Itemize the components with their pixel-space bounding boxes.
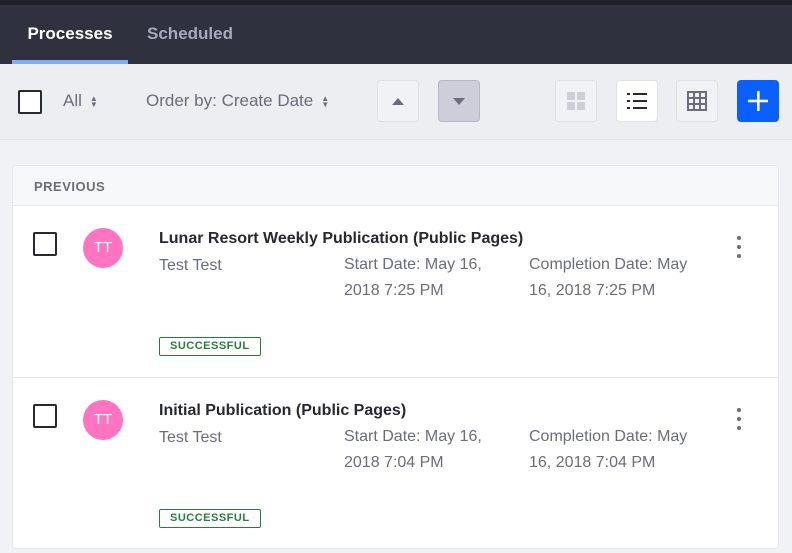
sort-ascending-button[interactable] bbox=[377, 80, 419, 122]
sort-arrows-icon: ▲ ▼ bbox=[89, 93, 98, 109]
list-item[interactable]: TT Lunar Resort Weekly Publication (Publ… bbox=[13, 206, 778, 378]
status-badge: SUCCESSFUL bbox=[159, 337, 261, 356]
caret-down-icon bbox=[453, 97, 465, 105]
select-all-checkbox[interactable] bbox=[18, 90, 42, 114]
process-user: Test Test bbox=[159, 257, 222, 274]
avatar: TT bbox=[83, 400, 123, 440]
kebab-menu-icon[interactable] bbox=[729, 408, 749, 430]
add-button[interactable] bbox=[737, 80, 779, 122]
table-view-button[interactable] bbox=[676, 80, 718, 122]
sort-descending-button[interactable] bbox=[438, 80, 480, 122]
kebab-menu-icon[interactable] bbox=[729, 236, 749, 258]
section-label: PREVIOUS bbox=[34, 179, 106, 194]
section-header: PREVIOUS bbox=[13, 166, 778, 206]
processes-panel: PREVIOUS TT Lunar Resort Weekly Publicat… bbox=[12, 165, 779, 549]
process-title[interactable]: Initial Publication (Public Pages) bbox=[159, 402, 406, 420]
list-item[interactable]: TT Initial Publication (Public Pages) Te… bbox=[13, 377, 778, 548]
list-icon bbox=[627, 93, 647, 109]
filter-dropdown[interactable]: All ▲ ▼ bbox=[63, 91, 98, 111]
process-start-date: Start Date: May 16, 2018 7:25 PM bbox=[344, 256, 482, 299]
avatar: TT bbox=[83, 228, 123, 268]
process-user: Test Test bbox=[159, 429, 222, 446]
row-checkbox[interactable] bbox=[33, 404, 57, 428]
table-icon bbox=[687, 91, 707, 111]
caret-up-icon bbox=[392, 97, 404, 105]
process-completion-date: Completion Date: May 16, 2018 7:04 PM bbox=[529, 428, 688, 471]
process-completion-date: Completion Date: May 16, 2018 7:25 PM bbox=[529, 256, 688, 299]
cards-icon bbox=[567, 92, 585, 110]
sort-arrows-icon: ▲ ▼ bbox=[321, 93, 330, 109]
order-by-dropdown[interactable]: Order by: Create Date ▲ ▼ bbox=[146, 91, 329, 111]
top-navigation-bar: Processes Scheduled bbox=[0, 0, 792, 64]
plus-icon bbox=[748, 91, 768, 111]
status-badge: SUCCESSFUL bbox=[159, 509, 261, 528]
tab-processes[interactable]: Processes bbox=[12, 5, 128, 64]
tab-scheduled[interactable]: Scheduled bbox=[134, 5, 246, 64]
cards-view-button[interactable] bbox=[555, 80, 597, 122]
process-title[interactable]: Lunar Resort Weekly Publication (Public … bbox=[159, 230, 523, 248]
row-checkbox[interactable] bbox=[33, 232, 57, 256]
process-start-date: Start Date: May 16, 2018 7:04 PM bbox=[344, 428, 482, 471]
order-by-label: Order by: Create Date bbox=[146, 91, 314, 110]
management-toolbar: All ▲ ▼ Order by: Create Date ▲ ▼ bbox=[0, 64, 792, 140]
list-view-button[interactable] bbox=[616, 80, 658, 122]
filter-label: All bbox=[63, 91, 82, 110]
